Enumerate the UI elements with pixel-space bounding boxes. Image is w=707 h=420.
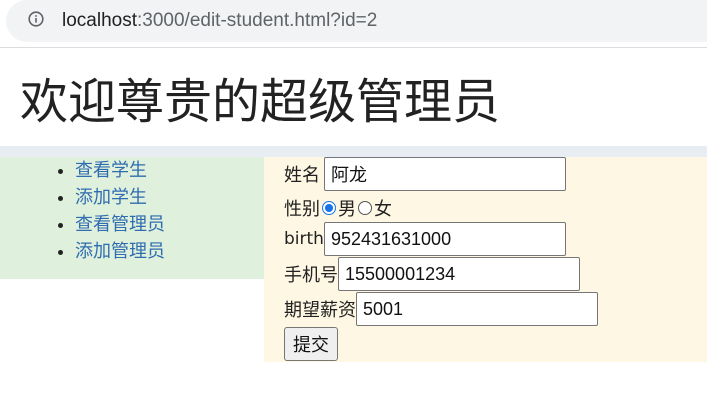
salary-input[interactable]: [356, 292, 598, 326]
gender-row: 性别 男 女: [284, 195, 392, 221]
header-divider-band: [0, 146, 707, 157]
view-admins-link[interactable]: 查看管理员: [75, 214, 165, 235]
gender-label: 性别: [284, 199, 320, 220]
gender-male-label: 男: [338, 199, 356, 220]
sidebar-item-add-student: 添加学生: [75, 184, 165, 211]
add-student-link[interactable]: 添加学生: [75, 187, 147, 208]
name-input[interactable]: [324, 157, 566, 191]
sidebar: 查看学生 添加学生 查看管理员 添加管理员: [0, 157, 264, 279]
url-text: localhost:3000/edit-student.html?id=2: [62, 10, 377, 32]
gender-female-label: 女: [374, 199, 392, 220]
phone-row: 手机号: [284, 257, 580, 291]
name-row: 姓名: [284, 157, 566, 191]
gender-male-radio[interactable]: [322, 201, 336, 215]
birth-input[interactable]: [323, 222, 566, 256]
phone-label: 手机号: [284, 265, 338, 286]
birth-label: birth: [284, 229, 324, 249]
info-icon[interactable]: [28, 11, 44, 27]
browser-address-bar: localhost:3000/edit-student.html?id=2: [0, 0, 707, 48]
birth-row: birth: [284, 222, 566, 256]
view-students-link[interactable]: 查看学生: [75, 160, 147, 181]
url-path: :3000/edit-student.html?id=2: [137, 10, 378, 31]
gender-female-radio[interactable]: [358, 201, 372, 215]
edit-student-form: 姓名 性别 男 女 birth 手机号 期望薪资 提交: [264, 157, 707, 362]
sidebar-item-add-admin: 添加管理员: [75, 238, 165, 265]
name-label: 姓名: [284, 165, 320, 186]
url-host: localhost: [62, 10, 137, 31]
add-admin-link[interactable]: 添加管理员: [75, 241, 165, 262]
submit-button[interactable]: 提交: [284, 327, 338, 361]
phone-input[interactable]: [338, 257, 580, 291]
salary-label: 期望薪资: [284, 300, 356, 321]
sidebar-item-view-students: 查看学生: [75, 157, 165, 184]
sidebar-item-view-admins: 查看管理员: [75, 211, 165, 238]
sidebar-menu: 查看学生 添加学生 查看管理员 添加管理员: [0, 157, 165, 265]
page-title: 欢迎尊贵的超级管理员: [20, 74, 501, 130]
url-field[interactable]: localhost:3000/edit-student.html?id=2: [6, 0, 707, 42]
salary-row: 期望薪资: [284, 292, 598, 326]
